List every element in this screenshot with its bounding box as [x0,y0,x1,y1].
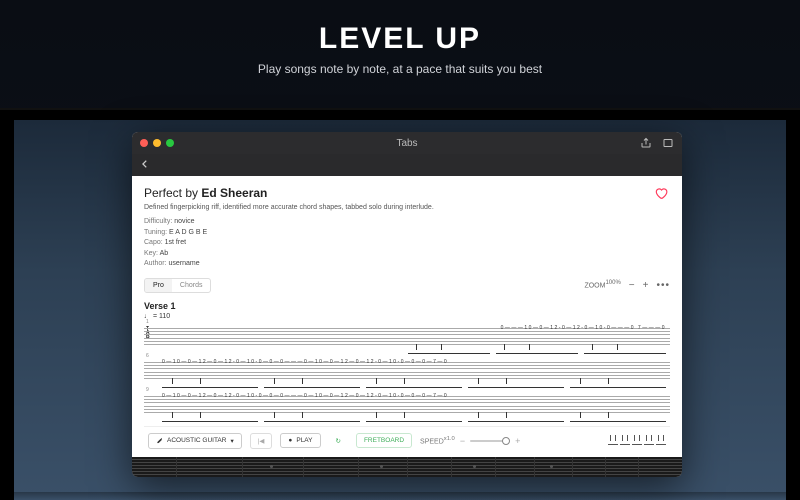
zoom-controls: ZOOM100% − + ••• [584,280,670,291]
toolbar [132,154,682,176]
favorite-icon[interactable] [654,186,668,205]
more-icon[interactable]: ••• [656,280,670,291]
tab-pro[interactable]: Pro [145,279,172,292]
song-artist: Ed Sheeran [201,186,267,200]
author-value: username [169,260,200,267]
bar-number: 9 [146,387,149,393]
tab-notes: 0—10—0—12—0—12-0—10-0—0—0———0—10—0—12—0—… [162,393,666,399]
bar-number: 6 [146,353,149,359]
zoom-out-button[interactable]: − [629,280,635,291]
chevron-down-icon: ▾ [230,437,233,445]
app-window: Tabs Perfect by Ed Sheeran Defined finge… [132,132,682,477]
tab-notes: 0———10—0—12-0—12-0—10-0———0 7———0 [162,325,666,331]
monitor-frame: Tabs Perfect by Ed Sheeran Defined finge… [0,108,800,500]
speed-label: SPEEDx1.0 [420,436,455,445]
tuning-value: E A D G B E [169,229,207,236]
tab-chords[interactable]: Chords [172,279,211,292]
fretboard-button[interactable]: FRETBOARD [356,433,412,448]
play-icon: ● [288,437,292,444]
loop-button[interactable]: ↻ [329,434,348,448]
player-bar: ACOUSTIC GUITAR ▾ |◀ ● PLAY ↻ FRETBOARD … [144,426,670,451]
tab-staff-area: 1 T A B 0———10—0—12-0—12-0—10-0———0 7———… [144,324,670,418]
back-button[interactable] [140,156,150,174]
song-description: Defined fingerpicking riff, identified m… [144,204,670,211]
key-label: Key: [144,250,158,257]
fretboard-view[interactable] [132,457,682,477]
speed-control: SPEEDx1.0 − + [420,436,520,446]
speed-up-button[interactable]: + [515,436,520,446]
tab-notes: 0—10—0—12—0—12-0—10-0—0—0———0—10—0—12—0—… [162,359,666,365]
hero-title: LEVEL UP [0,22,800,56]
speed-down-button[interactable]: − [460,436,465,446]
song-title: Perfect by Ed Sheeran [144,186,670,200]
difficulty-label: Difficulty: [144,218,172,225]
tab-row[interactable]: 1 T A B 0———10—0—12-0—12-0—10-0———0 7———… [144,324,670,350]
share-icon[interactable] [640,137,652,149]
difficulty-value: novice [174,218,194,225]
song-title-prefix: Perfect by [144,186,201,200]
window-titlebar: Tabs [132,132,682,154]
instrument-selector[interactable]: ACOUSTIC GUITAR ▾ [148,433,242,449]
restart-button[interactable]: |◀ [250,433,273,449]
rhythm-icons [608,437,666,445]
key-value: Ab [160,250,169,257]
bar-number: 1 [146,319,149,325]
zoom-in-button[interactable]: + [643,280,649,291]
tuning-label: Tuning: [144,229,167,236]
tab-row[interactable]: 6 0—10—0—12—0—12-0—10-0—0—0———0—10—0—12—… [144,358,670,384]
tempo: ♩ = 110 [144,313,670,320]
capo-value: 1st fret [165,239,186,246]
section-name: Verse 1 [144,301,670,311]
tab-row[interactable]: 9 0—10—0—12—0—12-0—10-0—0—0———0—10—0—12—… [144,392,670,418]
hero: LEVEL UP Play songs note by note, at a p… [0,0,800,76]
zoom-label: ZOOM100% [584,280,620,289]
capo-label: Capo: [144,239,163,246]
window-title: Tabs [132,138,682,149]
view-mode-segmented: Pro Chords [144,278,211,293]
play-button[interactable]: ● PLAY [280,433,320,448]
speed-slider[interactable] [470,440,510,442]
desktop-wallpaper: Tabs Perfect by Ed Sheeran Defined finge… [14,120,786,500]
song-content: Perfect by Ed Sheeran Defined fingerpick… [132,176,682,457]
author-label: Author: [144,260,167,267]
window-icon[interactable] [662,137,674,149]
hero-subtitle: Play songs note by note, at a pace that … [0,62,800,76]
song-meta: Difficulty: novice Tuning: E A D G B E C… [144,217,670,270]
